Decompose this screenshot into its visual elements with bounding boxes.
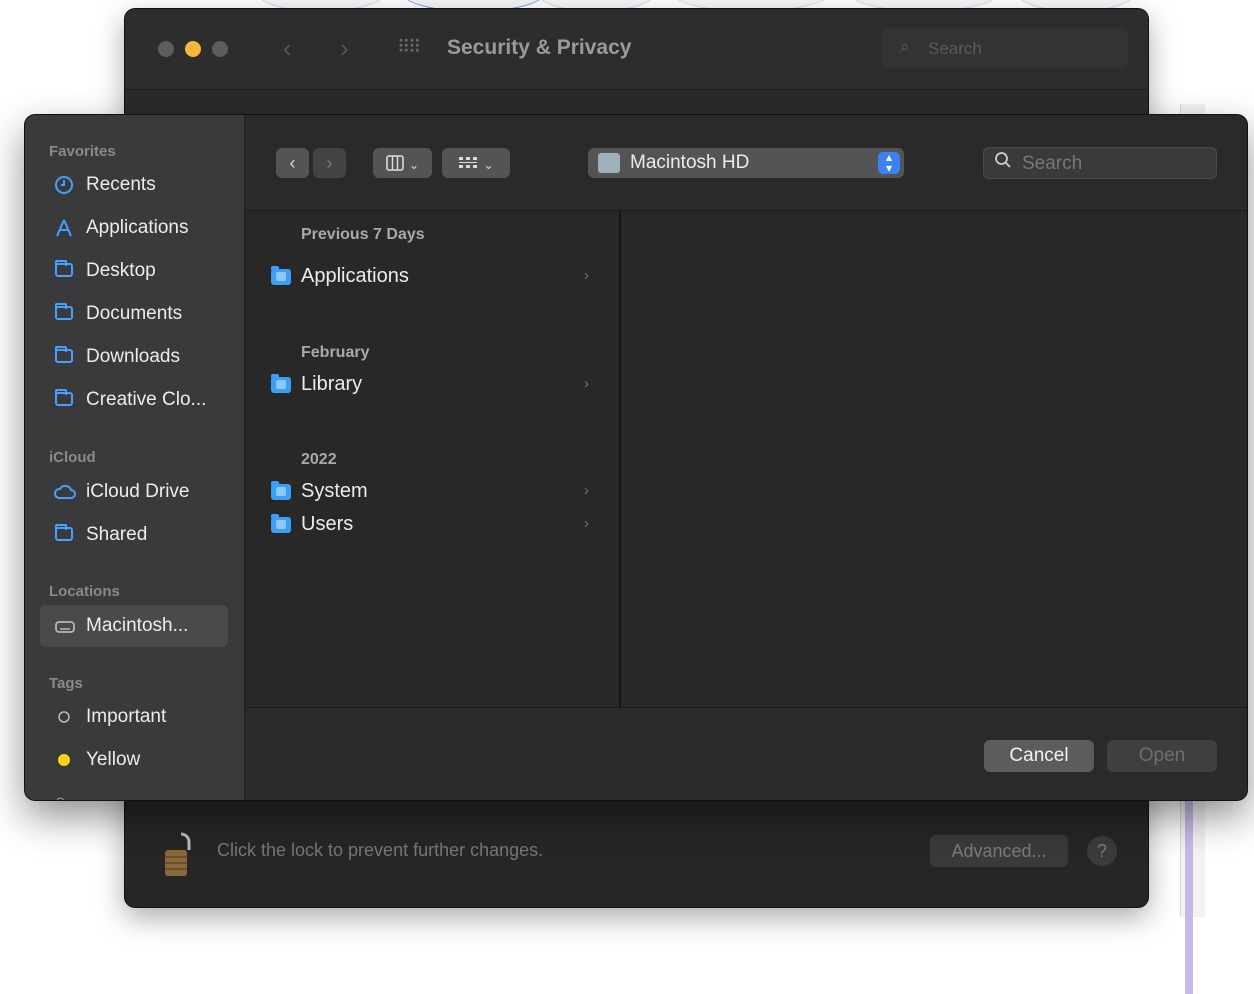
folder-icon (54, 303, 74, 324)
hard-drive-icon (54, 616, 75, 636)
back-arrow-icon[interactable]: ‹ (283, 33, 292, 64)
sidebar-item-tag-yellow[interactable]: Yellow (40, 739, 228, 781)
cancel-button[interactable]: Cancel (984, 740, 1094, 772)
hard-drive-icon (598, 153, 620, 173)
dialog-toolbar: ‹ › ⌄ ⌄ Macintosh HD ▴ ▾ Search (245, 115, 1247, 211)
lock-icon[interactable] (163, 830, 199, 883)
library-folder-icon (271, 374, 291, 393)
tag-circle-icon (54, 707, 74, 727)
applications-folder-icon (271, 266, 291, 285)
help-button[interactable]: ? (1087, 836, 1117, 866)
folder-icon (54, 346, 74, 367)
sidebar-section-favorites: Favorites (49, 143, 116, 160)
sidebar-section-icloud: iCloud (49, 449, 96, 466)
grid-group-icon (458, 153, 483, 173)
search-icon: ⌕ (900, 37, 910, 56)
chevron-right-icon: › (584, 267, 589, 284)
group-heading: February (301, 344, 370, 361)
lock-status-text: Click the lock to prevent further change… (217, 840, 544, 860)
zoom-window-button[interactable] (212, 41, 228, 57)
forward-button[interactable]: › (313, 148, 346, 178)
sidebar-item-label: Macintosh... (86, 615, 189, 636)
sidebar-item-label: Important (86, 706, 167, 727)
window-titlebar: ‹ › ⠿⠿ Security & Privacy ⌕ Search (125, 9, 1148, 90)
sidebar-item-label: Downloads (86, 346, 180, 367)
advanced-button[interactable]: Advanced... (930, 835, 1068, 867)
list-item-applications[interactable]: Applications › (271, 265, 607, 293)
browser-column-2 (621, 211, 1247, 707)
list-item-system[interactable]: System › (271, 480, 607, 508)
forward-arrow-icon[interactable]: › (340, 33, 349, 64)
sidebar-item-desktop[interactable]: Desktop (40, 250, 228, 292)
sidebar-section-locations: Locations (49, 583, 120, 600)
preferences-search-field[interactable]: ⌕ Search (882, 28, 1128, 68)
sidebar-item-documents[interactable]: Documents (40, 293, 228, 335)
sidebar-item-label: Creative Clo... (86, 389, 207, 410)
item-name: Users (301, 513, 354, 535)
sidebar-item-downloads[interactable]: Downloads (40, 336, 228, 378)
sidebar-item-recents[interactable]: Recents (40, 164, 228, 206)
search-placeholder: Search (928, 39, 982, 58)
system-folder-icon (271, 481, 291, 500)
location-name: Macintosh HD (630, 152, 750, 173)
chevron-right-icon: › (584, 482, 589, 499)
list-item-users[interactable]: Users › (271, 513, 607, 541)
chevron-down-icon: ⌄ (483, 158, 494, 172)
sidebar-item-shared[interactable]: Shared (40, 514, 228, 556)
list-item-library[interactable]: Library › (271, 373, 607, 401)
sidebar-item-creative-cloud[interactable]: Creative Clo... (40, 379, 228, 421)
item-name: Applications (301, 265, 409, 287)
chevron-right-icon: › (584, 515, 589, 532)
sidebar-item-label: iCloud Drive (86, 481, 190, 502)
sidebar-section-tags: Tags (49, 675, 83, 692)
sidebar-item-icloud-drive[interactable]: iCloud Drive (40, 471, 228, 513)
sidebar-item-macintosh-hd[interactable]: Macintosh... (40, 605, 228, 647)
file-browser: ‹ › ⌄ ⌄ Macintosh HD ▴ ▾ Search Previous… (245, 115, 1247, 800)
folder-icon (54, 389, 74, 410)
grid-icon[interactable]: ⠿⠿ (397, 37, 421, 58)
open-file-dialog: Favorites Recents Applications Desktop D… (25, 115, 1247, 800)
open-button[interactable]: Open (1107, 740, 1217, 772)
sidebar-item-label: Documents (86, 303, 183, 324)
shared-folder-icon (54, 524, 74, 545)
window-title: Security & Privacy (447, 36, 632, 59)
sidebar-item-label: Yellow (86, 749, 141, 770)
sidebar-item-tag-important[interactable]: Important (40, 696, 228, 738)
view-mode-button[interactable]: ⌄ (373, 148, 432, 178)
folder-icon (54, 260, 74, 281)
sidebar-item-label: Applications (86, 217, 189, 238)
background-strip (1185, 794, 1193, 994)
minimize-window-button[interactable] (185, 41, 201, 57)
clock-icon (54, 175, 74, 195)
sidebar-item-label: Recents (86, 174, 156, 195)
group-heading: 2022 (301, 451, 337, 468)
sidebar-item-label: Desktop (86, 260, 156, 281)
sidebar: Favorites Recents Applications Desktop D… (25, 115, 245, 800)
tag-yellow-dot-icon (54, 750, 74, 770)
search-icon (994, 151, 1012, 174)
browser-column-1: Previous 7 Days Applications › February … (245, 211, 621, 707)
sidebar-item-applications[interactable]: Applications (40, 207, 228, 249)
item-name: System (301, 480, 368, 502)
dialog-footer: Cancel Open (245, 707, 1247, 800)
group-heading: Previous 7 Days (301, 226, 425, 243)
applications-icon (54, 218, 74, 238)
search-input[interactable]: Search (983, 147, 1217, 179)
users-folder-icon (271, 514, 291, 533)
search-placeholder: Search (1022, 153, 1083, 174)
columns-view-icon (386, 153, 409, 173)
sidebar-item-label: Shared (86, 524, 148, 545)
chevron-right-icon: › (584, 375, 589, 392)
popup-stepper-icon: ▴ ▾ (878, 151, 900, 174)
cloud-icon (53, 482, 76, 502)
back-button[interactable]: ‹ (276, 148, 309, 178)
sidebar-item-cutoff: ○ ▬▬ (55, 791, 115, 800)
location-popup[interactable]: Macintosh HD ▴ ▾ (588, 148, 904, 178)
close-window-button[interactable] (158, 41, 174, 57)
item-name: Library (301, 373, 363, 395)
chevron-down-icon: ⌄ (408, 158, 420, 172)
group-by-button[interactable]: ⌄ (442, 148, 510, 178)
